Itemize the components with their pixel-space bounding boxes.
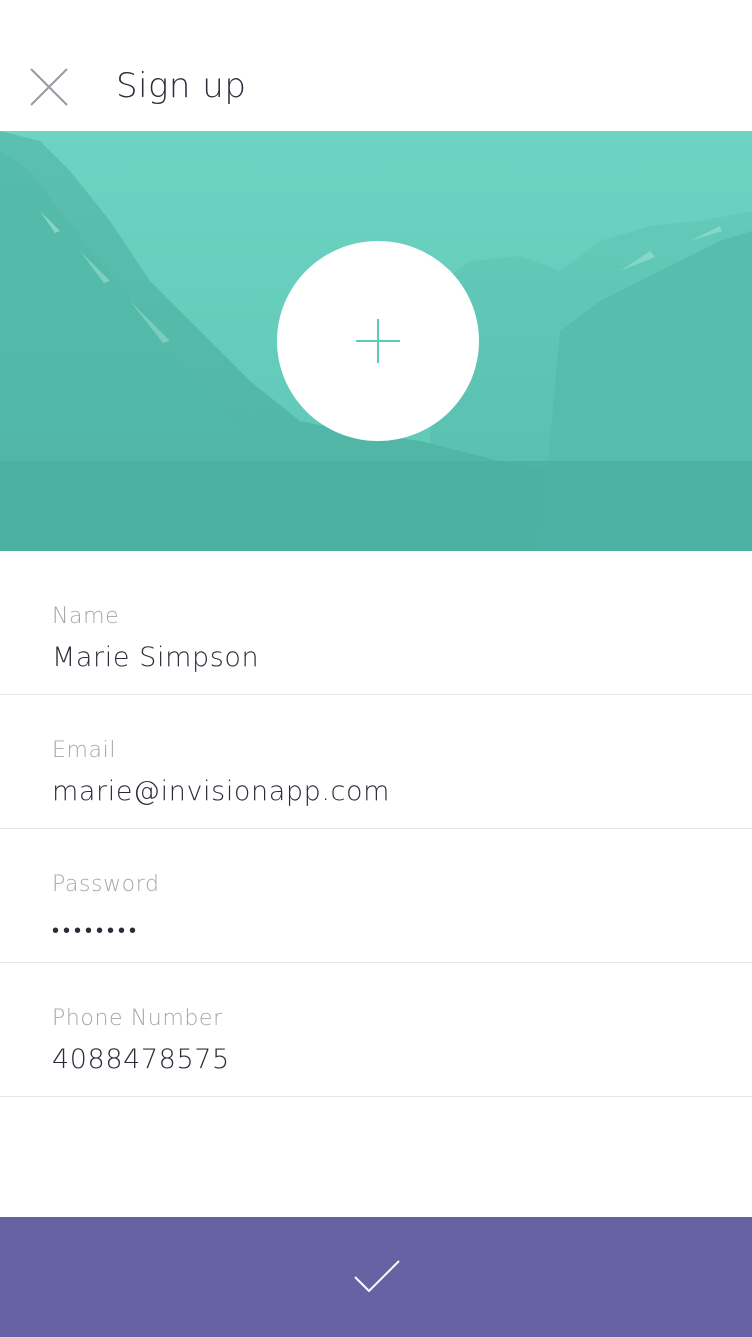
password-field[interactable]: Password •••••••• <box>0 829 752 963</box>
check-icon <box>354 1260 400 1293</box>
name-label: Name <box>52 604 120 629</box>
email-input[interactable]: marie@invisionapp.com <box>52 775 692 809</box>
phone-input[interactable]: 4088478575 <box>52 1043 692 1077</box>
email-field[interactable]: Email marie@invisionapp.com <box>0 695 752 829</box>
close-button[interactable] <box>28 66 70 108</box>
close-icon <box>30 68 68 106</box>
name-field[interactable]: Name Marie Simpson <box>0 561 752 695</box>
plus-icon <box>356 319 400 363</box>
name-input[interactable]: Marie Simpson <box>52 641 692 675</box>
password-label: Password <box>52 872 160 897</box>
phone-label: Phone Number <box>52 1006 223 1031</box>
phone-field[interactable]: Phone Number 4088478575 <box>0 963 752 1097</box>
password-input[interactable]: •••••••• <box>52 913 692 947</box>
add-photo-button[interactable] <box>277 241 479 441</box>
email-label: Email <box>52 738 117 763</box>
submit-button[interactable] <box>0 1217 752 1337</box>
page-title: Sign up <box>116 66 247 106</box>
header-bar: Sign up <box>0 0 752 131</box>
